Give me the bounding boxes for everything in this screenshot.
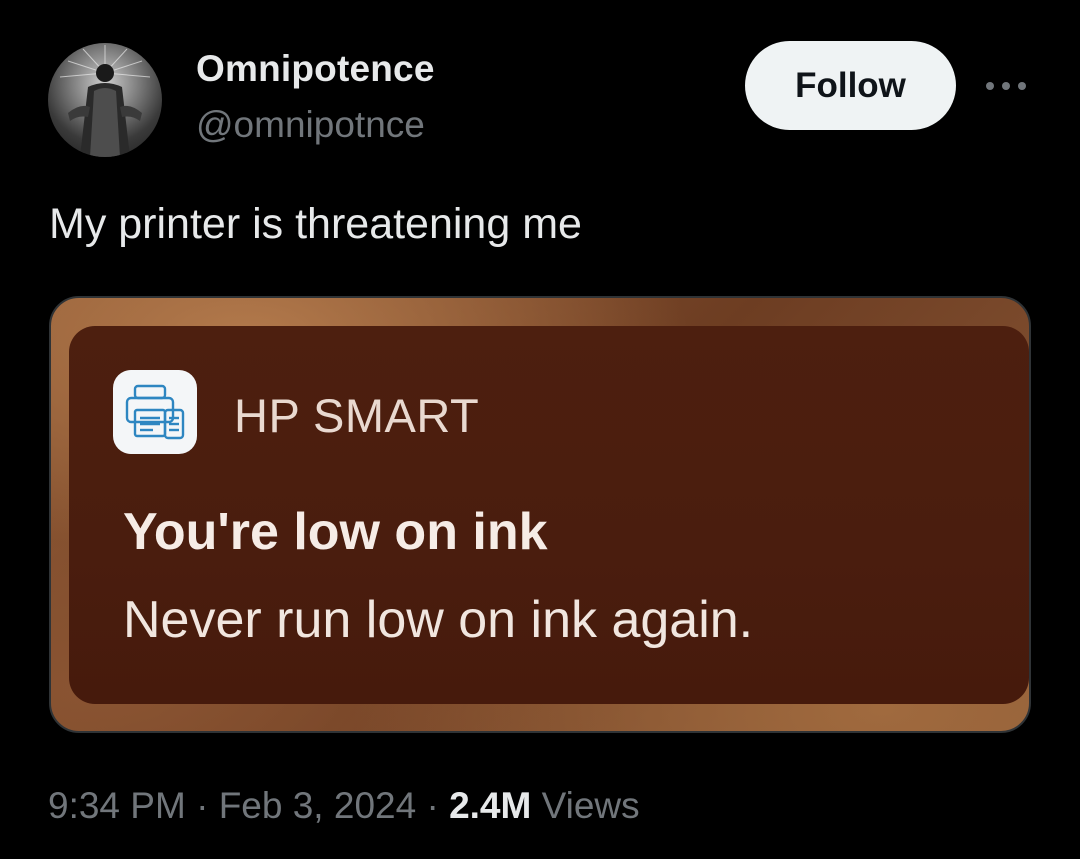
more-dot	[986, 82, 994, 90]
notification-title: You're low on ink	[123, 503, 548, 561]
tweet: Omnipotence @omnipotnce Follow My printe…	[0, 0, 1080, 859]
follow-button[interactable]: Follow	[745, 41, 956, 130]
printer-app-icon	[113, 370, 197, 454]
more-icon[interactable]	[986, 76, 1026, 96]
avatar-image	[59, 45, 151, 157]
notification-card: HP SMART You're low on ink Never run low…	[69, 326, 1029, 704]
notification-body: Never run low on ink again.	[123, 591, 754, 649]
views-count[interactable]: 2.4M	[449, 785, 531, 826]
tweet-media[interactable]: HP SMART You're low on ink Never run low…	[49, 296, 1031, 733]
meta-separator: ·	[426, 785, 439, 826]
views-label: Views	[541, 785, 640, 826]
tweet-date[interactable]: Feb 3, 2024	[219, 785, 416, 826]
tweet-text: My printer is threatening me	[49, 200, 582, 248]
more-dot	[1002, 82, 1010, 90]
meta-separator: ·	[196, 785, 209, 826]
notification-app-name: HP SMART	[234, 389, 480, 442]
tweet-time[interactable]: 9:34 PM	[48, 785, 186, 826]
more-dot	[1018, 82, 1026, 90]
avatar[interactable]	[48, 43, 162, 157]
author-handle[interactable]: @omnipotnce	[196, 104, 425, 146]
author-display-name[interactable]: Omnipotence	[196, 48, 435, 90]
tweet-meta: 9:34 PM · Feb 3, 2024 · 2.4M Views	[48, 785, 640, 827]
